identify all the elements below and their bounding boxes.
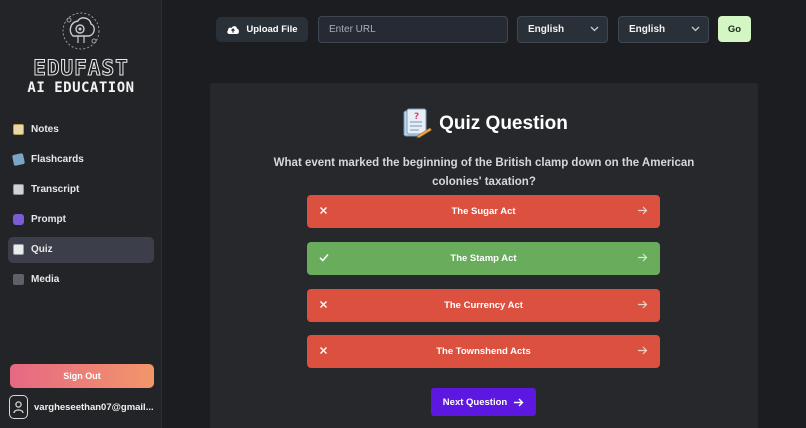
media-icon — [13, 274, 24, 286]
x-mark-icon — [320, 207, 327, 214]
x-mark-icon — [320, 301, 327, 308]
next-question-label: Next Question — [442, 396, 508, 408]
sidebar-item-media[interactable]: Media — [8, 267, 154, 293]
quiz-title: Quiz Question — [439, 113, 568, 134]
sidebar-nav: Notes Flashcards Transcript Prompt Quiz … — [8, 116, 154, 297]
sidebar-item-label: Media — [31, 274, 60, 286]
sidebar-item-flashcards[interactable]: Flashcards — [8, 146, 154, 172]
svg-text:?: ? — [414, 112, 419, 122]
flashcards-icon — [11, 152, 26, 166]
answer-label: The Townshend Acts — [436, 346, 531, 357]
sidebar-item-label: Prompt — [31, 214, 66, 226]
app-logo: EDUFAST AI EDUCATION — [0, 10, 162, 96]
sidebar-item-label: Flashcards — [31, 153, 84, 165]
arrow-right-icon — [513, 398, 524, 407]
brand-name: EDUFAST — [33, 56, 129, 81]
upload-file-label: Upload File — [246, 24, 298, 35]
question-text: What event marked the beginning of the B… — [273, 157, 695, 188]
sidebar-item-notes[interactable]: Notes — [8, 116, 154, 142]
quiz-document-icon: ? — [403, 108, 433, 139]
chevron-down-icon — [691, 26, 700, 32]
brain-gear-logo-icon — [62, 12, 100, 50]
x-mark-icon — [320, 347, 327, 354]
next-question-button[interactable]: Next Question — [431, 388, 536, 416]
go-button[interactable]: Go — [718, 16, 751, 42]
sidebar-item-quiz[interactable]: Quiz — [8, 236, 154, 263]
source-language-select[interactable]: English — [517, 16, 608, 43]
sidebar-item-label: Transcript — [31, 183, 80, 195]
arrow-right-icon — [638, 300, 648, 309]
quiz-icon — [13, 244, 24, 256]
answer-label: The Currency Act — [444, 300, 523, 311]
quiz-header: ? Quiz Question — [210, 108, 758, 140]
sidebar-item-label: Quiz — [31, 244, 53, 256]
transcript-icon — [13, 183, 24, 195]
sign-out-button[interactable]: Sign Out — [10, 364, 154, 388]
avatar — [9, 395, 28, 419]
sidebar-item-transcript[interactable]: Transcript — [8, 176, 154, 202]
brand-tagline: AI EDUCATION — [27, 80, 135, 96]
quiz-panel: ? Quiz Question What event marked the be… — [210, 83, 758, 428]
notes-icon — [13, 123, 24, 135]
arrow-right-icon — [638, 206, 648, 215]
sidebar-item-label: Notes — [31, 123, 59, 135]
sidebar: EDUFAST AI EDUCATION Notes Flashcards Tr… — [0, 0, 162, 428]
target-language-value: English — [629, 24, 666, 35]
answer-label: The Stamp Act — [450, 253, 517, 264]
answer-option[interactable]: The Sugar Act — [307, 195, 660, 228]
user-email: vargheseethan07@gmail... — [34, 401, 154, 413]
source-language-value: English — [528, 24, 565, 35]
user-icon — [13, 400, 24, 413]
arrow-right-icon — [638, 346, 648, 355]
answer-label: The Sugar Act — [451, 206, 516, 217]
cloud-upload-icon — [226, 24, 240, 35]
arrow-right-icon — [638, 253, 648, 262]
upload-file-button[interactable]: Upload File — [216, 17, 308, 42]
answer-option[interactable]: The Currency Act — [307, 289, 660, 322]
user-profile[interactable]: vargheseethan07@gmail... — [9, 394, 159, 420]
answer-option[interactable]: The Townshend Acts — [307, 335, 660, 368]
check-mark-icon — [319, 254, 329, 262]
url-input[interactable] — [318, 16, 508, 43]
target-language-select[interactable]: English — [618, 16, 709, 43]
prompt-icon — [13, 214, 24, 226]
chevron-down-icon — [590, 26, 599, 32]
answer-option[interactable]: The Stamp Act — [307, 242, 660, 275]
sidebar-item-prompt[interactable]: Prompt — [8, 207, 154, 233]
